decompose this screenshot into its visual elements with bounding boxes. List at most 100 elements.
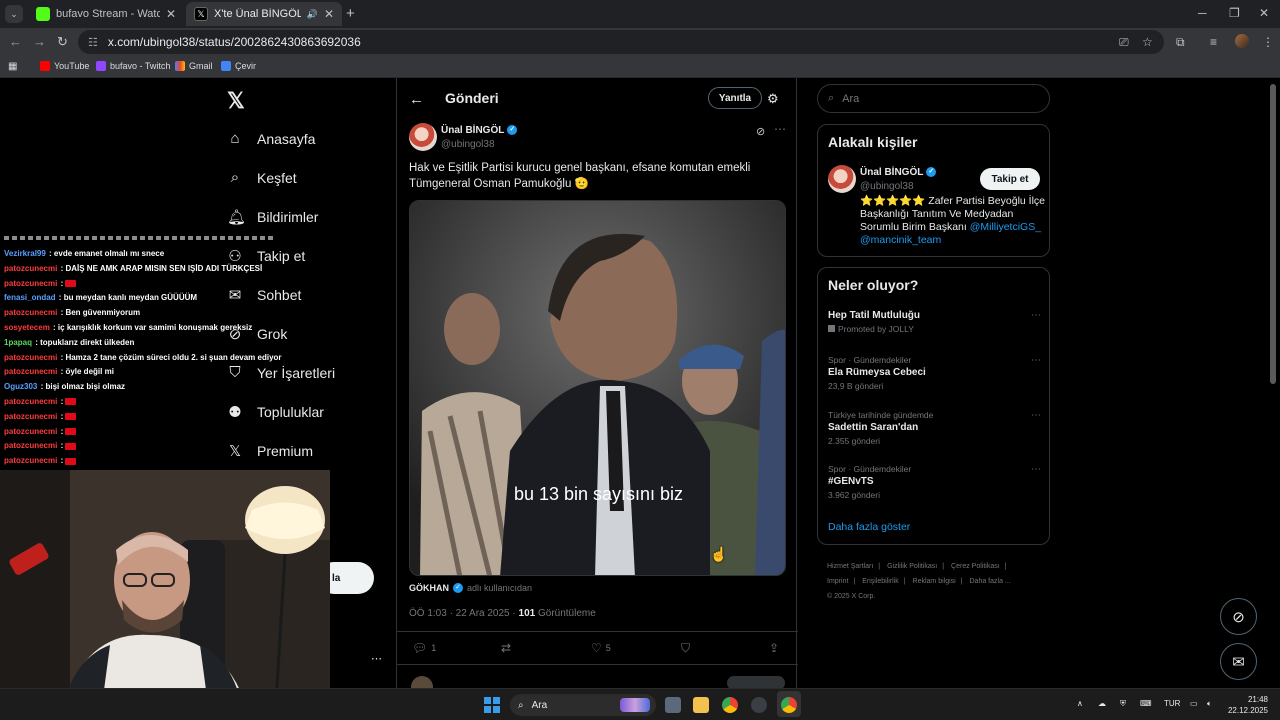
trend-item[interactable]: Spor · Gündemdekiler Ela Rümeysa Cebeci … [828,355,1041,391]
grok-explain-icon[interactable]: ⊘ [756,125,765,138]
more-icon[interactable]: ⋯ [1031,464,1041,475]
site-info-icon[interactable]: ☷ [88,36,98,49]
volume-icon[interactable]: 🔈︎ [1207,699,1212,709]
install-app-icon[interactable]: ⎚ [1119,35,1129,50]
related-handle[interactable]: @ubingol38 [860,181,914,192]
new-tab-button[interactable]: + [346,6,355,21]
chat-username[interactable]: patozcunecmi [4,397,57,406]
chat-username[interactable]: patozcunecmi [4,456,57,465]
extensions-icon[interactable]: ⧉ [1176,35,1185,50]
sidebar-item-communities[interactable]: ⚉ Topluluklar [227,403,324,421]
chat-username[interactable]: fenasi_ondad [4,293,56,302]
chat-username[interactable]: patozcunecmi [4,427,57,436]
media-control-icon[interactable]: ≡ [1210,35,1217,49]
sidebar-item-explore[interactable]: ⌕ Keşfet [227,169,297,186]
trend-item[interactable]: Türkiye tarihinde gündemde Sadettin Sara… [828,410,1041,446]
footer-link[interactable]: Gizlilik Politikası [887,563,937,570]
reply-avatar[interactable] [411,676,433,688]
more-icon[interactable]: ⋯ [1031,355,1041,366]
footer-link[interactable]: Reklam bilgisi [913,578,956,585]
cloud-icon[interactable]: ☁ [1098,699,1106,708]
footer-link[interactable]: Imprint [827,578,848,585]
chat-username[interactable]: patozcunecmi [4,412,57,421]
chat-username[interactable]: patozcunecmi [4,264,57,273]
address-bar[interactable]: ☷ x.com/ubingol38/status/200286243086369… [78,30,1164,54]
repost-action[interactable]: ⇄ [501,641,511,655]
close-icon[interactable]: ✕ [166,7,176,21]
related-name[interactable]: Ünal BİNGÖL ✓ [860,167,937,178]
bookmark-twitch[interactable]: bufavo - Twitch [96,61,170,71]
bio-link[interactable]: @MilliyetciGS_ [970,221,1041,233]
chrome-icon[interactable] [781,697,797,713]
sidebar-item-notifications[interactable]: 🔔︎ Bildirimler [227,208,318,226]
bookmark-star-icon[interactable]: ☆ [1142,35,1153,49]
post-time[interactable]: ÖÖ 1:03 · 22 Ara 2025 · [409,608,516,619]
maximize-button[interactable]: ❐ [1229,6,1240,20]
source-name[interactable]: GÖKHAN [409,583,449,593]
close-icon[interactable]: ✕ [324,7,334,21]
reply-button[interactable]: Yanıtla [708,87,762,109]
shield-icon[interactable]: ⛨ [1120,699,1126,709]
bookmark-gmail[interactable]: Gmail [175,61,213,71]
grok-fab-button[interactable]: ⊘ [1220,598,1257,635]
trend-item[interactable]: Hep Tatil Mutluluğu Promoted by JOLLY ⋯ [828,310,1041,334]
profile-avatar[interactable] [1235,34,1249,48]
menu-icon[interactable]: ⋮ [1262,35,1274,49]
reload-icon[interactable]: ↻ [57,34,68,50]
bookmark-youtube[interactable]: YouTube [40,61,89,71]
page-scrollbar[interactable] [1270,84,1276,384]
more-icon[interactable]: ⋯ [1031,310,1041,321]
more-icon[interactable]: ⋯ [774,122,786,136]
tab-kick[interactable]: bufavo Stream - Watch Live on ✕ [28,2,184,26]
video-player[interactable]: bu 13 bin sayısını biz ☝ [409,200,786,576]
back-icon[interactable]: ← [9,34,22,49]
reply-action[interactable]: 💬︎ 1 [412,641,436,655]
chrome-icon[interactable] [722,697,738,713]
tray-overflow-icon[interactable]: ∧ [1077,699,1083,708]
author-name[interactable]: Ünal BİNGÖL ✓ [441,125,518,136]
like-action[interactable]: ♡ 5 [591,641,611,655]
chat-username[interactable]: patozcunecmi [4,279,57,288]
author-handle[interactable]: @ubingol38 [441,139,495,150]
footer-link[interactable]: Erişilebilirlik [862,578,899,585]
sidebar-item-premium[interactable]: 𝕏 Premium [227,442,313,460]
tab-search-button[interactable]: ⌄ [5,5,23,23]
back-arrow-icon[interactable]: ← [409,91,424,108]
chat-username[interactable]: patozcunecmi [4,367,57,376]
steam-icon[interactable] [751,697,767,713]
more-icon[interactable]: ⋯ [1031,410,1041,421]
footer-link[interactable]: Çerez Politikası [951,563,1000,570]
messages-fab-button[interactable]: ✉ [1220,643,1257,680]
bookmark-action[interactable]: ⛉ [681,641,690,656]
footer-link[interactable]: Hizmet Şartları [827,563,873,570]
trend-item[interactable]: Spor · Gündemdekiler #GENvTS 3.962 gönde… [828,464,1041,500]
minimize-button[interactable]: ─ [1198,6,1207,20]
show-more-link[interactable]: Daha fazla göster [828,521,910,533]
taskbar-search[interactable]: ⌕ Ara [510,694,656,716]
more-icon[interactable]: ⋯ [371,652,382,665]
sidebar-item-follow[interactable]: ⚇ Takip et [227,247,305,265]
chat-username[interactable]: patozcunecmi [4,308,57,317]
sidebar-item-chat[interactable]: ✉ Sohbet [227,286,302,304]
share-action[interactable]: ⇪ [769,641,779,655]
windows-start-icon[interactable] [484,697,500,713]
chat-username[interactable]: Vezirkral99 [4,249,46,258]
author-avatar[interactable] [409,123,437,151]
taskbar-clock[interactable]: 21:48 22.12.2025 [1226,694,1268,716]
footer-link[interactable]: Daha fazla ... [970,578,1011,585]
chat-username[interactable]: sosyetecem [4,323,50,332]
search-input[interactable]: ⌕ Ara [817,84,1050,113]
network-icon[interactable]: ▭ [1190,699,1198,708]
chat-username[interactable]: patozcunecmi [4,441,57,450]
file-explorer-icon[interactable] [693,697,709,713]
speaker-icon[interactable]: 🔊 [307,9,318,20]
settings-icon[interactable]: ⚙ [767,91,779,107]
x-logo-icon[interactable]: 𝕏 [227,88,245,114]
follow-button[interactable]: Takip et [980,168,1040,190]
tab-x-post[interactable]: 𝕏 X'te Ünal BİNGÖL: "Hak ve 🔊 ✕ [186,2,342,26]
keyboard-icon[interactable]: ⌨ [1140,699,1152,708]
chat-username[interactable]: Oguz303 [4,382,37,391]
apps-icon[interactable]: ▦ [8,61,17,72]
sidebar-item-bookmarks[interactable]: ⛉ Yer İşaretleri [227,364,335,381]
bookmark-translate[interactable]: Çevir [221,61,256,71]
